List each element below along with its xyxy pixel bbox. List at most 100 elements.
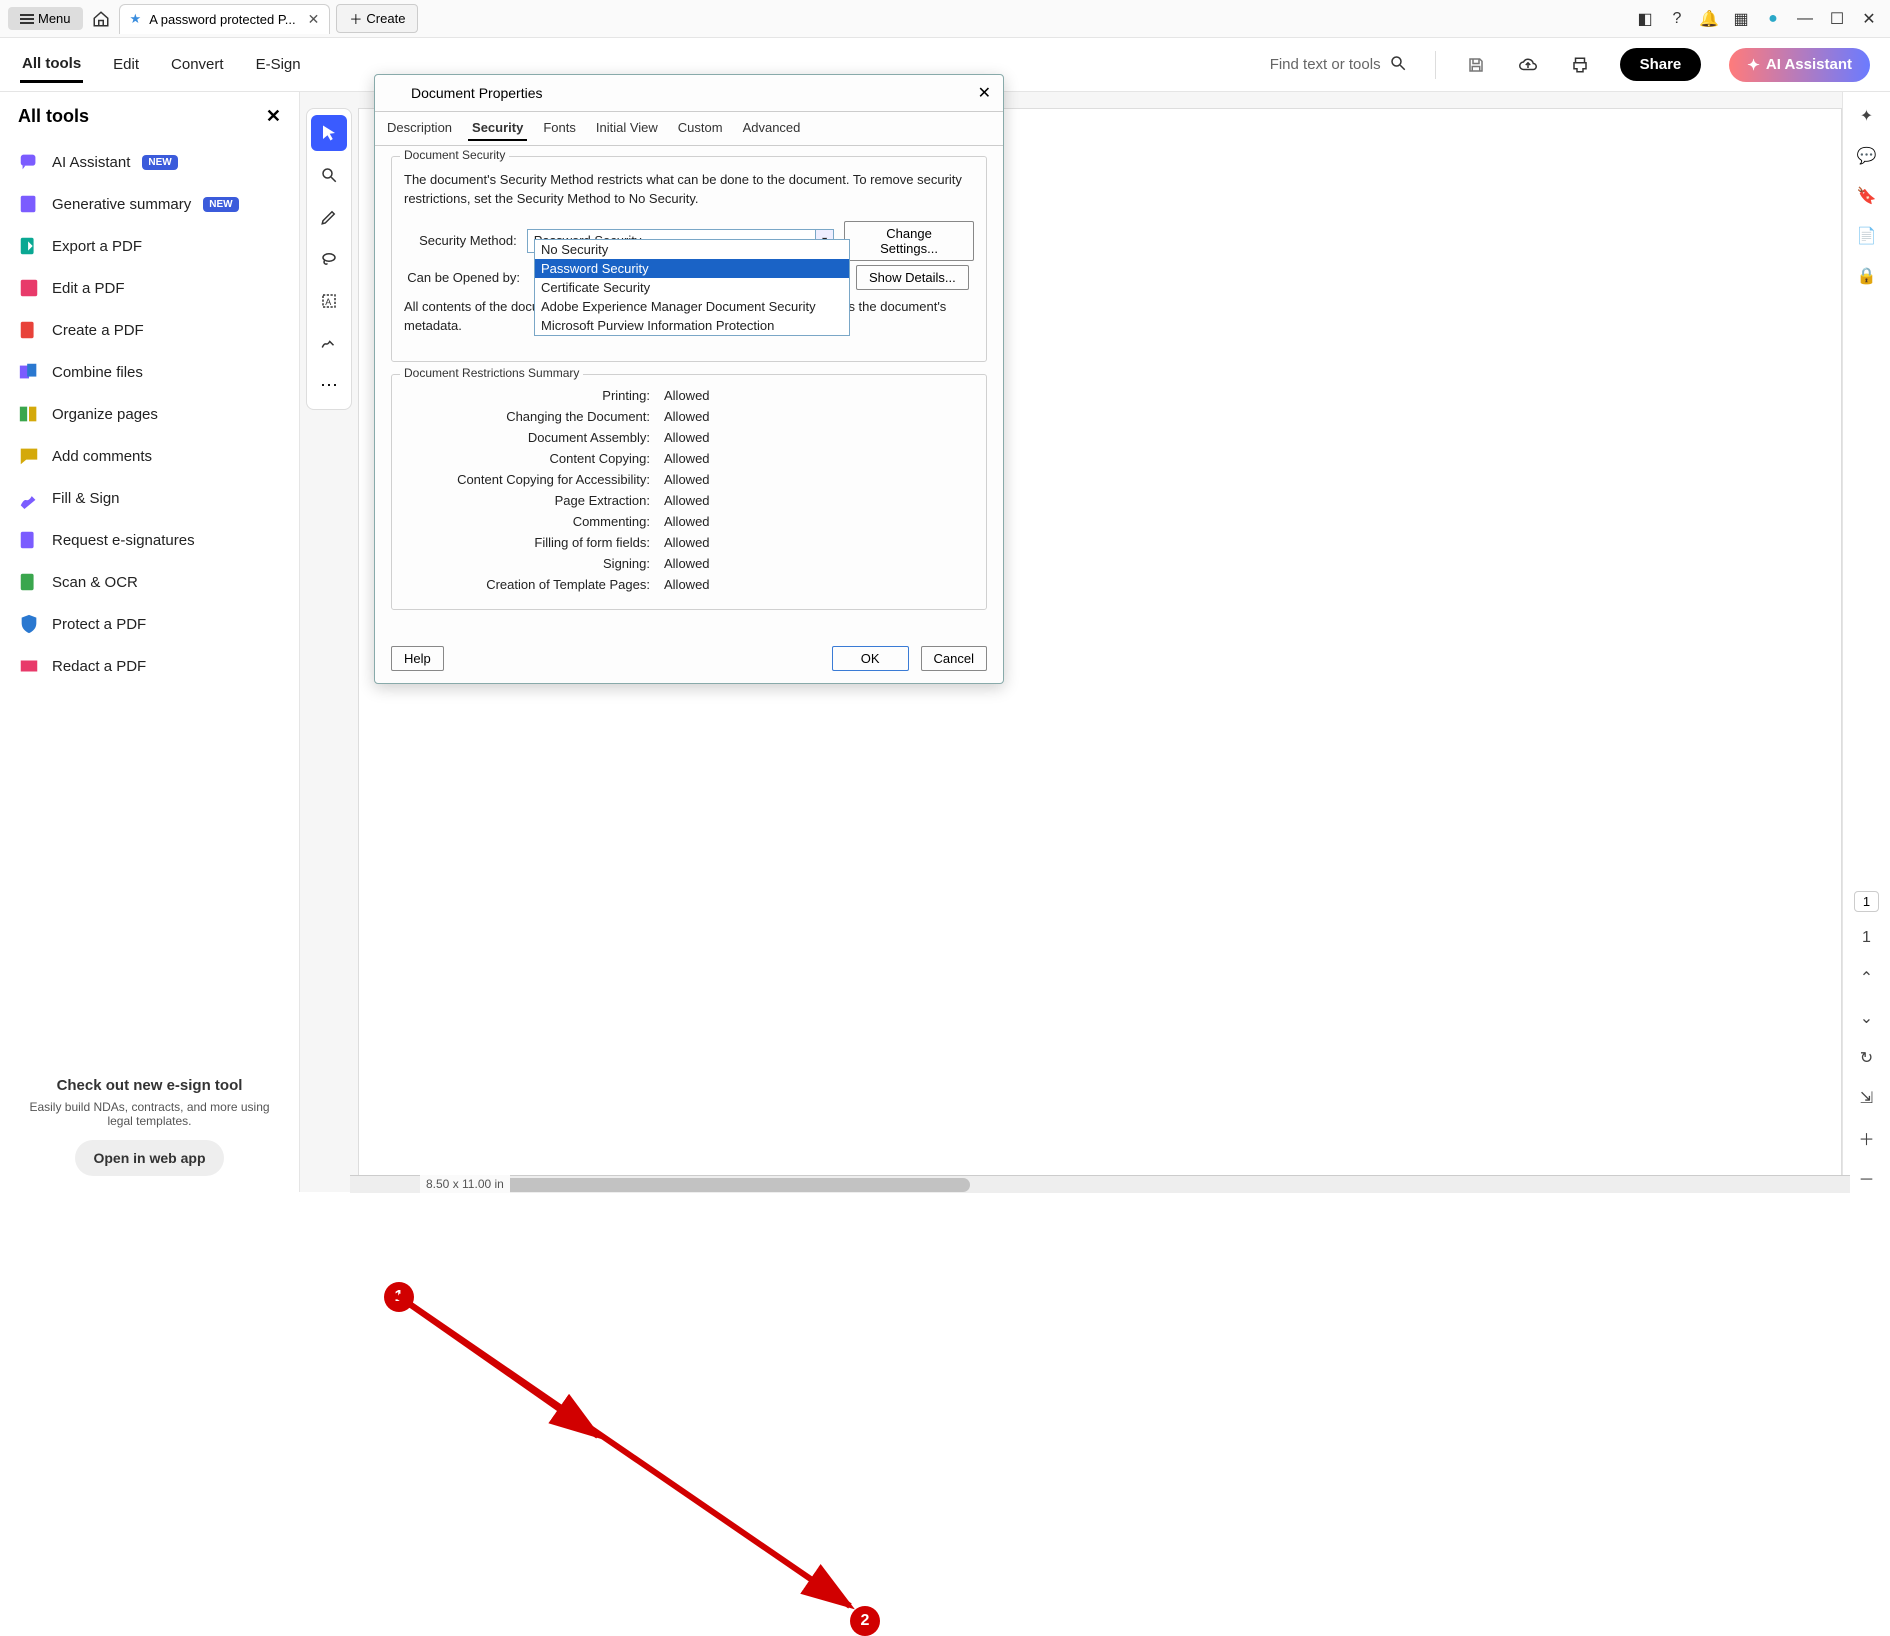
- document-tab[interactable]: ★ A password protected P... ✕: [119, 4, 331, 34]
- window-minimize-icon[interactable]: —: [1792, 10, 1818, 28]
- sidebar-item-create-pdf[interactable]: Create a PDF: [10, 309, 289, 351]
- app-switch-icon[interactable]: ◧: [1632, 9, 1658, 29]
- zoom-tool-icon[interactable]: [311, 157, 347, 193]
- print-icon[interactable]: [1568, 53, 1592, 77]
- ai-sparkle-icon[interactable]: ✦: [1853, 102, 1881, 130]
- restriction-value: Allowed: [664, 514, 710, 529]
- zoom-in-icon[interactable]: ＋: [1853, 1124, 1881, 1152]
- restriction-row: Changing the Document:Allowed: [404, 406, 974, 427]
- sidebar-item-scan-ocr[interactable]: Scan & OCR: [10, 561, 289, 603]
- sidebar-item-export-pdf[interactable]: Export a PDF: [10, 225, 289, 267]
- tab-security[interactable]: Security: [468, 116, 527, 141]
- tab-description[interactable]: Description: [383, 116, 456, 141]
- fieldset-legend: Document Restrictions Summary: [400, 366, 583, 380]
- dialog-title: Document Properties: [411, 85, 543, 101]
- page-total: 1: [1853, 924, 1881, 952]
- zoom-out-icon[interactable]: －: [1853, 1164, 1881, 1192]
- button-label: Show Details...: [869, 270, 956, 285]
- title-bar: Menu ★ A password protected P... ✕ ＋ Cre…: [0, 0, 1890, 38]
- window-maximize-icon[interactable]: ☐: [1824, 9, 1850, 29]
- dropdown-option-aem-security[interactable]: Adobe Experience Manager Document Securi…: [535, 297, 849, 316]
- restriction-key: Content Copying for Accessibility:: [404, 472, 664, 487]
- cancel-button[interactable]: Cancel: [921, 646, 987, 671]
- home-icon[interactable]: [89, 7, 113, 31]
- pen-tool-icon[interactable]: [311, 199, 347, 235]
- sidebar-item-fill-sign[interactable]: Fill & Sign: [10, 477, 289, 519]
- page-down-icon[interactable]: ⌄: [1853, 1004, 1881, 1032]
- security-method-dropdown: No Security Password Security Certificat…: [534, 239, 850, 336]
- panel-close-icon[interactable]: ✕: [266, 106, 281, 127]
- pages-panel-icon[interactable]: 📄: [1853, 222, 1881, 250]
- dialog-close-icon[interactable]: ✕: [978, 83, 991, 103]
- ai-assistant-button[interactable]: ✦ AI Assistant: [1729, 48, 1870, 82]
- sidebar-item-combine-files[interactable]: Combine files: [10, 351, 289, 393]
- dropdown-option-purview[interactable]: Microsoft Purview Information Protection: [535, 316, 849, 335]
- tab-close-icon[interactable]: ✕: [308, 11, 320, 28]
- main-menu-button[interactable]: Menu: [8, 7, 83, 30]
- restriction-row: Filling of form fields:Allowed: [404, 532, 974, 553]
- tab-all-tools[interactable]: All tools: [20, 47, 83, 83]
- open-in-web-button[interactable]: Open in web app: [75, 1140, 223, 1176]
- page-current: 1: [1863, 894, 1870, 909]
- cloud-upload-icon[interactable]: [1516, 53, 1540, 77]
- window-close-icon[interactable]: ✕: [1856, 9, 1882, 29]
- sidebar-item-ai-assistant[interactable]: AI AssistantNEW: [10, 141, 289, 183]
- dropdown-option-no-security[interactable]: No Security: [535, 240, 849, 259]
- restriction-key: Commenting:: [404, 514, 664, 529]
- sparkle-chat-icon: [18, 151, 40, 173]
- sidebar-item-add-comments[interactable]: Add comments: [10, 435, 289, 477]
- panel-footer: Check out new e-sign tool Easily build N…: [0, 1061, 299, 1192]
- tab-edit[interactable]: Edit: [111, 48, 141, 81]
- help-icon[interactable]: ?: [1664, 10, 1690, 28]
- tab-custom[interactable]: Custom: [674, 116, 727, 141]
- comment-icon: [18, 445, 40, 467]
- lock-icon[interactable]: 🔒: [1853, 262, 1881, 290]
- star-icon: ★: [130, 11, 142, 27]
- ok-button[interactable]: OK: [832, 646, 909, 671]
- bell-icon[interactable]: 🔔: [1696, 9, 1722, 29]
- sidebar-item-protect-pdf[interactable]: Protect a PDF: [10, 603, 289, 645]
- edit-icon: [18, 277, 40, 299]
- create-button[interactable]: ＋ Create: [336, 4, 418, 33]
- scroll-thumb[interactable]: [470, 1178, 970, 1192]
- dropdown-option-password-security[interactable]: Password Security: [535, 259, 849, 278]
- more-tools-icon[interactable]: ⋯: [311, 367, 347, 403]
- help-button[interactable]: Help: [391, 646, 444, 671]
- page-number-input[interactable]: 1: [1854, 891, 1879, 912]
- horizontal-scrollbar[interactable]: [350, 1175, 1850, 1193]
- panel-title: All tools: [18, 106, 89, 127]
- tab-advanced[interactable]: Advanced: [739, 116, 805, 141]
- change-settings-button[interactable]: Change Settings...: [844, 221, 974, 261]
- lasso-tool-icon[interactable]: [311, 241, 347, 277]
- restriction-key: Signing:: [404, 556, 664, 571]
- bookmarks-icon[interactable]: 🔖: [1853, 182, 1881, 210]
- comments-panel-icon[interactable]: 💬: [1853, 142, 1881, 170]
- fit-width-icon[interactable]: ⇲: [1853, 1084, 1881, 1112]
- page-up-icon[interactable]: ⌃: [1853, 964, 1881, 992]
- signature-tool-icon[interactable]: [311, 325, 347, 361]
- select-tool-icon[interactable]: [311, 115, 347, 151]
- apps-grid-icon[interactable]: ▦: [1728, 9, 1754, 29]
- show-details-button[interactable]: Show Details...: [856, 265, 969, 290]
- restriction-row: Document Assembly:Allowed: [404, 427, 974, 448]
- profile-avatar-icon[interactable]: ●: [1760, 10, 1786, 28]
- dropdown-option-certificate-security[interactable]: Certificate Security: [535, 278, 849, 297]
- save-icon[interactable]: [1464, 53, 1488, 77]
- search-box[interactable]: Find text or tools: [1270, 54, 1407, 76]
- tab-esign[interactable]: E-Sign: [254, 48, 303, 81]
- sidebar-item-organize-pages[interactable]: Organize pages: [10, 393, 289, 435]
- tab-convert[interactable]: Convert: [169, 48, 226, 81]
- sidebar-item-generative-summary[interactable]: Generative summaryNEW: [10, 183, 289, 225]
- sidebar-item-request-signatures[interactable]: Request e-signatures: [10, 519, 289, 561]
- restriction-row: Printing:Allowed: [404, 385, 974, 406]
- share-button[interactable]: Share: [1620, 48, 1702, 81]
- tab-initial-view[interactable]: Initial View: [592, 116, 662, 141]
- sidebar-item-redact-pdf[interactable]: Redact a PDF: [10, 645, 289, 687]
- text-select-tool-icon[interactable]: A: [311, 283, 347, 319]
- dialog-body: Document Security The document's Securit…: [375, 146, 1003, 634]
- rotate-icon[interactable]: ↻: [1853, 1044, 1881, 1072]
- search-placeholder: Find text or tools: [1270, 56, 1381, 73]
- restriction-value: Allowed: [664, 451, 710, 466]
- sidebar-item-edit-pdf[interactable]: Edit a PDF: [10, 267, 289, 309]
- tab-fonts[interactable]: Fonts: [539, 116, 580, 141]
